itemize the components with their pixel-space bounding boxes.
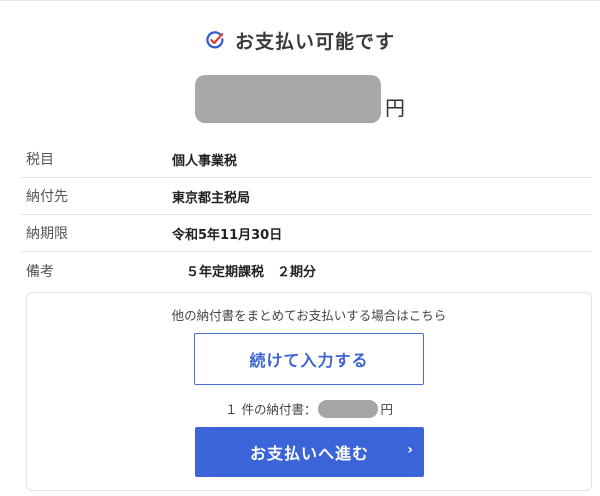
continue-input-button[interactable]: 続けて入力する	[194, 333, 424, 385]
check-circle-icon	[206, 31, 224, 49]
detail-row-payee: 納付先 東京都主税局	[20, 178, 592, 215]
proceed-to-payment-label: お支払いへ進む	[249, 444, 369, 463]
bill-count-label: １ 件の納付書：	[225, 402, 317, 417]
chevron-right-icon: ›	[407, 442, 414, 458]
detail-row-due-date: 納期限 令和5年11月30日	[20, 215, 592, 252]
detail-value: ５年定期課税 ２期分	[186, 265, 317, 280]
bill-count-unit: 円	[380, 402, 393, 417]
top-divider	[0, 0, 600, 1]
detail-label: 納期限	[26, 226, 68, 242]
detail-value: 東京都主税局	[172, 190, 251, 206]
detail-label: 納付先	[26, 189, 68, 205]
bundle-note: 他の納付書をまとめてお支払いする場合はこちら	[171, 308, 447, 323]
bundle-payment-panel: 他の納付書をまとめてお支払いする場合はこちら 続けて入力する １ 件の納付書： …	[26, 292, 592, 491]
status-title: お支払い可能です	[234, 30, 395, 53]
bill-count-summary: １ 件の納付書： 円	[27, 399, 591, 418]
detail-row-tax-item: 税目 個人事業税	[20, 141, 592, 178]
detail-label: 備考	[26, 263, 54, 280]
detail-row-remarks: 備考 ５年定期課税 ２期分	[20, 252, 592, 289]
proceed-to-payment-button[interactable]: お支払いへ進む ›	[195, 427, 424, 477]
total-redacted	[318, 399, 379, 418]
detail-value: 令和5年11月30日	[172, 227, 283, 243]
amount-redacted	[195, 75, 381, 123]
amount-unit: 円	[385, 95, 405, 120]
status-header: お支払い可能です	[0, 26, 600, 54]
detail-label: 税目	[26, 152, 54, 168]
payment-details: 税目 個人事業税 納付先 東京都主税局 納期限 令和5年11月30日 備考 ５年…	[20, 141, 592, 289]
amount-display: 円	[0, 74, 600, 124]
detail-value: 個人事業税	[172, 153, 238, 169]
